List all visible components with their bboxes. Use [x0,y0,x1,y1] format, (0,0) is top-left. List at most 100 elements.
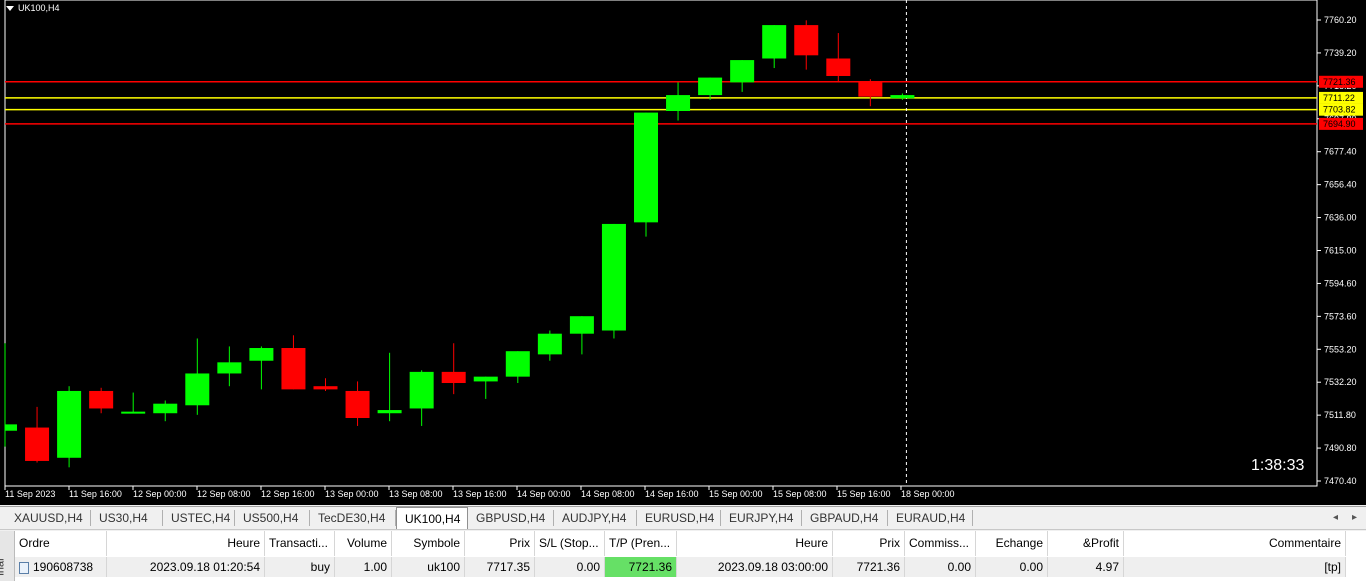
table-cell[interactable]: [tp] [1124,557,1346,577]
table-cell[interactable]: buy [265,557,335,577]
y-tick-label: 7553.20 [1324,344,1357,354]
chart-tab-gbpusd-h4[interactable]: GBPUSD,H4 [468,510,554,526]
table-cell[interactable]: uk100 [392,557,465,577]
column-header[interactable]: &Profit [1048,531,1124,556]
candle-body [858,82,883,97]
candle-body [25,427,50,461]
y-tick-label: 7739.20 [1324,48,1357,58]
price-chart[interactable]: 7760.207739.207718.207697.807677.407656.… [0,0,1366,505]
x-tick-label: 13 Sep 16:00 [453,489,507,499]
candle-body [121,411,146,414]
x-tick-label: 15 Sep 16:00 [837,489,891,499]
candle-body [537,333,562,355]
y-tick-label: 7760.20 [1324,15,1357,25]
symbol-text: UK100,H4 [18,3,60,13]
candle-body [5,424,17,431]
table-cell[interactable]: 0.00 [976,557,1048,577]
price-level-tag-label: 7721.36 [1323,77,1356,87]
terminal-side-label: inal [0,558,7,576]
column-header[interactable]: Echange [976,531,1048,556]
chart-tab-gbpaud-h4[interactable]: GBPAUD,H4 [802,510,888,526]
column-header[interactable]: Volume [335,531,392,556]
candle-body [634,112,658,223]
column-header[interactable]: Prix [465,531,535,556]
candle-body [377,410,402,414]
price-level-tag-label: 7711.22 [1323,93,1355,103]
candle-body [57,390,82,458]
order-id-cell[interactable]: 190608738 [15,557,107,577]
candle-body [345,390,370,419]
chart-tab-euraud-h4[interactable]: EURAUD,H4 [888,510,973,526]
chart-tab-ustec-h4[interactable]: USTEC,H4 [163,510,235,526]
column-header[interactable]: Heure [677,531,833,556]
terminal-panel: inal Ordre Heure Transacti... Volume Symbole… [0,531,1366,581]
y-tick-label: 7470.40 [1324,476,1357,486]
column-header[interactable]: S/L (Stop... [535,531,605,556]
candle-body [185,373,210,406]
column-header[interactable]: Prix [833,531,905,556]
x-tick-label: 12 Sep 00:00 [133,489,187,499]
table-cell[interactable]: 0.00 [905,557,976,577]
scroll-right-icon[interactable]: ▸ [1352,512,1357,523]
order-id-text: 190608738 [33,560,94,574]
x-tick-label: 14 Sep 16:00 [645,489,699,499]
x-tick-label: 18 Sep 00:00 [901,489,955,499]
y-tick-label: 7573.60 [1324,311,1357,321]
scroll-left-icon[interactable]: ◂ [1333,512,1338,523]
candle-body [153,403,178,414]
y-tick-label: 7615.00 [1324,246,1357,256]
column-header[interactable]: Transacti... [265,531,335,556]
chart-tab-audjpy-h4[interactable]: AUDJPY,H4 [554,510,637,526]
chart-symbol-label: UK100,H4 [6,3,60,13]
x-tick-label: 13 Sep 08:00 [389,489,443,499]
x-tick-label: 12 Sep 08:00 [197,489,251,499]
candle-body [666,95,691,111]
candle-countdown-timer: 1:38:33 [1251,457,1305,474]
table-cell[interactable]: 7721.36 [833,557,905,577]
candle-body [473,376,498,382]
candle-body [249,348,274,361]
y-tick-label: 7677.40 [1324,147,1357,157]
y-tick-label: 7490.80 [1324,443,1357,453]
chart-tab-bar: XAUUSD,H4 US30,H4 USTEC,H4 US500,H4 TecDE30,… [0,506,1366,530]
chart-tab-tecde30-h4[interactable]: TecDE30,H4 [310,510,396,526]
price-level-tag-label: 7703.82 [1323,105,1356,115]
column-header[interactable]: Ordre [15,531,107,556]
candle-body [505,351,530,377]
table-cell[interactable]: 2023.09.18 03:00:00 [677,557,833,577]
column-header[interactable]: T/P (Pren... [605,531,677,556]
candle-body [698,77,723,96]
x-tick-label: 14 Sep 08:00 [581,489,635,499]
column-header[interactable]: Heure [107,531,265,556]
column-header[interactable]: Commiss... [905,531,976,556]
candle-body [313,386,338,390]
y-tick-label: 7511.80 [1324,410,1356,420]
x-tick-label: 12 Sep 16:00 [261,489,315,499]
chart-tab-us500-h4[interactable]: US500,H4 [235,510,310,526]
chart-tab-eurjpy-h4[interactable]: EURJPY,H4 [721,510,802,526]
table-cell[interactable]: 0.00 [535,557,605,577]
x-tick-label: 15 Sep 08:00 [773,489,827,499]
table-cell[interactable]: 1.00 [335,557,392,577]
candle-body [441,371,466,384]
dropdown-triangle-icon[interactable] [6,5,14,11]
table-cell[interactable]: 7721.36 [605,557,677,577]
table-cell[interactable]: 2023.09.18 01:20:54 [107,557,265,577]
chart-canvas[interactable]: 7760.207739.207718.207697.807677.407656.… [0,0,1366,505]
column-header[interactable]: Commentaire [1124,531,1346,556]
terminal-side-tab[interactable]: inal [0,531,15,581]
candle-body [569,316,594,334]
chart-tab-eurusd-h4[interactable]: EURUSD,H4 [637,510,721,526]
x-tick-label: 14 Sep 00:00 [517,489,571,499]
table-cell[interactable]: 4.97 [1048,557,1124,577]
candle-body [217,362,242,374]
candle-body [601,223,626,331]
chart-tab-uk100-h4[interactable]: UK100,H4 [396,507,468,529]
chart-tab-xauusd-h4[interactable]: XAUUSD,H4 [6,510,91,526]
x-tick-label: 13 Sep 00:00 [325,489,379,499]
chart-tab-us30-h4[interactable]: US30,H4 [91,510,163,526]
table-cell[interactable]: 7717.35 [465,557,535,577]
candle-body [281,348,306,390]
candle-body [89,390,114,409]
column-header[interactable]: Symbole [392,531,465,556]
